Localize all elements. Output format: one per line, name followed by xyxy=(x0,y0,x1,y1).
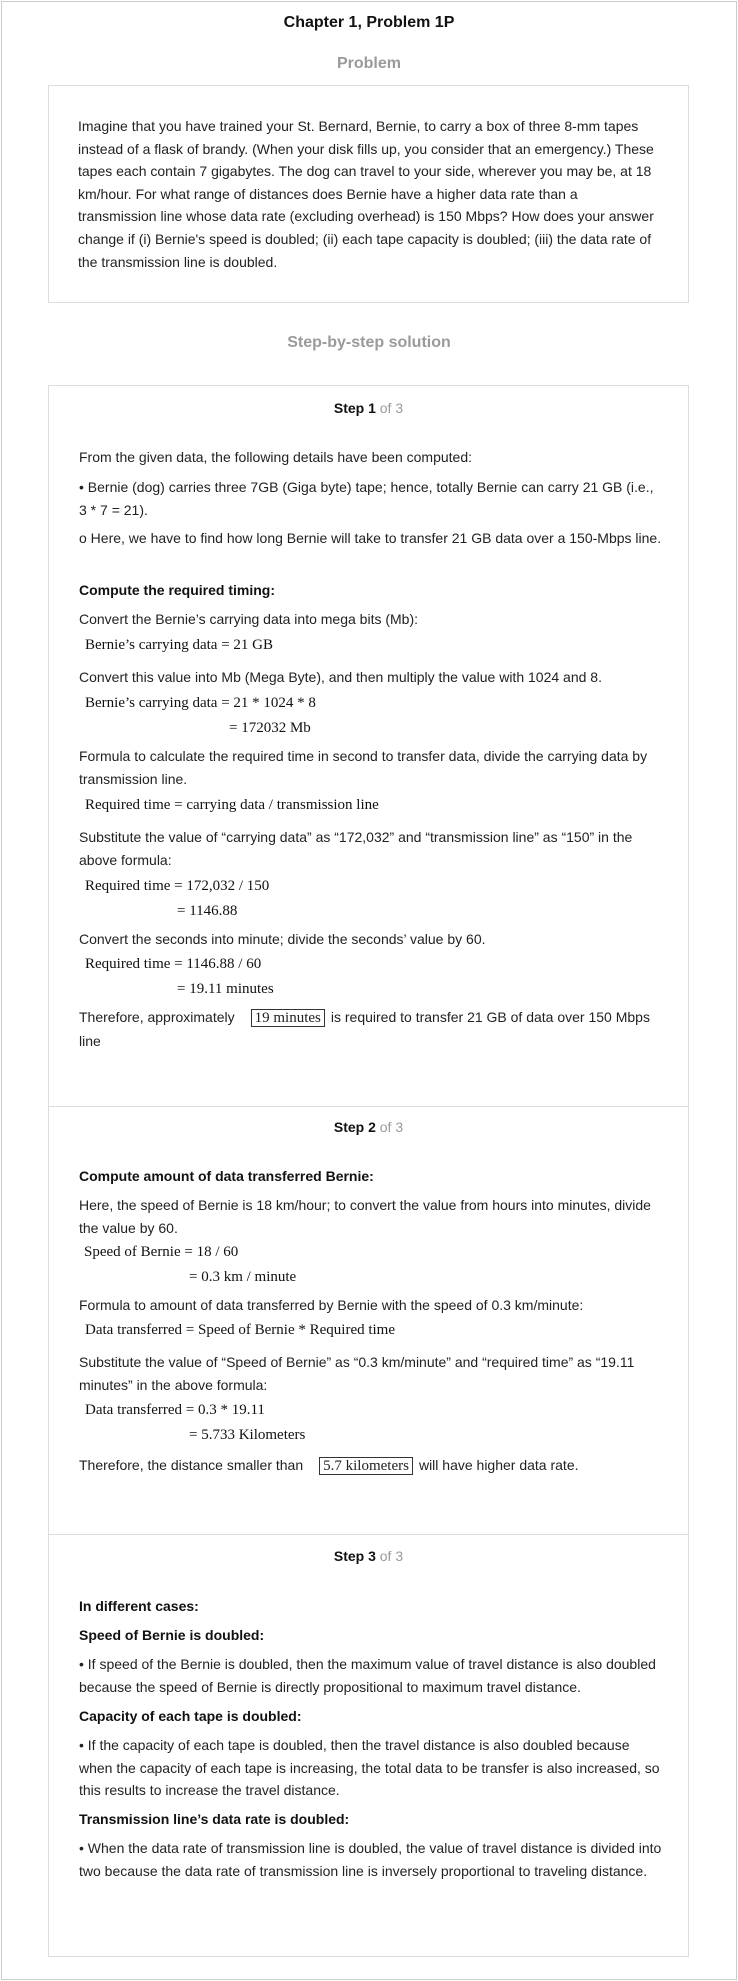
step-1-intro: From the given data, the following detai… xyxy=(79,449,473,465)
step-1-conclusion: Therefore, approximately 19 minutes is req… xyxy=(79,1006,664,1052)
equation: Required time = 172,032 / 150 xyxy=(85,878,270,894)
step-1-bullet: • Bernie (dog) carries three 7GB (Giga b… xyxy=(79,479,654,518)
step-label: Step 2 xyxy=(333,1119,376,1135)
conclusion-text: Therefore, the distance smaller than xyxy=(79,1457,304,1473)
equation: Bernie’s carrying data = 21 GB xyxy=(85,637,273,653)
step-1-formula-text: Formula to calculate the required time i… xyxy=(79,748,648,787)
step-2-substitute-text: Substitute the value of “Speed of Bernie… xyxy=(79,1354,635,1393)
answer-box: 19 minutes xyxy=(250,1009,325,1027)
problem-box: Imagine that you have trained your St. B… xyxy=(48,85,689,303)
step-2-conclusion: Therefore, the distance smaller than 5.7 … xyxy=(79,1454,664,1478)
equation: Speed of Bernie = 18 / 60 xyxy=(84,1244,239,1260)
conclusion-text: will have higher data rate. xyxy=(418,1457,579,1473)
case-title: Speed of Bernie is doubled: xyxy=(79,1627,265,1643)
answer-box: 5.7 kilometers xyxy=(319,1457,413,1475)
equation-result: = 172032 Mb xyxy=(229,720,311,736)
step-label: Step 1 xyxy=(333,400,376,416)
equation-result: = 0.3 km / minute xyxy=(189,1269,297,1285)
equation: Data transferred = 0.3 * 19.11 xyxy=(85,1402,265,1418)
step-divider xyxy=(49,1106,688,1107)
step-count: of 3 xyxy=(379,1119,404,1135)
equation: Required time = carrying data / transmis… xyxy=(85,797,379,813)
equation: Bernie’s carrying data = 21 * 1024 * 8 xyxy=(85,695,316,711)
solution-heading: Step-by-step solution xyxy=(287,334,451,351)
case-text: • When the data rate of transmission lin… xyxy=(79,1840,662,1879)
step-1-convert-text: Convert this value into Mb (Mega Byte), … xyxy=(79,669,602,685)
conclusion-text: Therefore, approximately xyxy=(79,1009,235,1025)
equation-result: = 1146.88 xyxy=(177,903,238,919)
problem-heading: Problem xyxy=(336,55,401,72)
step-1-substitute-text: Substitute the value of “carrying data” … xyxy=(79,829,633,868)
step-2-subheading: Compute amount of data transferred Berni… xyxy=(79,1168,374,1184)
step-1-subheading: Compute the required timing: xyxy=(79,582,275,598)
equation-result: = 5.733 Kilometers xyxy=(189,1427,306,1443)
step-label: Step 3 xyxy=(333,1548,376,1564)
step-2-header: Step 2 of 3 xyxy=(49,1119,688,1135)
step-1-note: o Here, we have to find how long Bernie … xyxy=(79,530,662,546)
equation-result: = 19.11 minutes xyxy=(177,981,274,997)
problem-text: Imagine that you have trained your St. B… xyxy=(78,118,654,270)
equation: Data transferred = Speed of Bernie * Req… xyxy=(85,1322,396,1338)
step-3-header: Step 3 of 3 xyxy=(49,1548,688,1564)
step-2-formula-text: Formula to amount of data transferred by… xyxy=(79,1297,584,1313)
step-1-convert-text: Convert the seconds into minute; divide … xyxy=(79,931,486,947)
step-1-convert-text: Convert the Bernie’s carrying data into … xyxy=(79,611,419,627)
step-count: of 3 xyxy=(379,400,404,416)
step-2-text: Here, the speed of Bernie is 18 km/hour;… xyxy=(79,1197,651,1236)
step-1-header: Step 1 of 3 xyxy=(49,400,688,416)
step-3-subheading: In different cases: xyxy=(79,1598,199,1614)
step-count: of 3 xyxy=(379,1548,404,1564)
case-title: Transmission line’s data rate is doubled… xyxy=(79,1811,350,1827)
step-divider xyxy=(49,1534,688,1535)
solution-box: Step 1 of 3 From the given data, the fol… xyxy=(48,385,689,1957)
case-text: • If speed of the Bernie is doubled, the… xyxy=(79,1656,656,1695)
case-text: • If the capacity of each tape is double… xyxy=(79,1737,660,1799)
case-title: Capacity of each tape is doubled: xyxy=(79,1708,302,1724)
equation: Required time = 1146.88 / 60 xyxy=(85,956,262,972)
chapter-title: Chapter 1, Problem 1P xyxy=(283,14,455,31)
